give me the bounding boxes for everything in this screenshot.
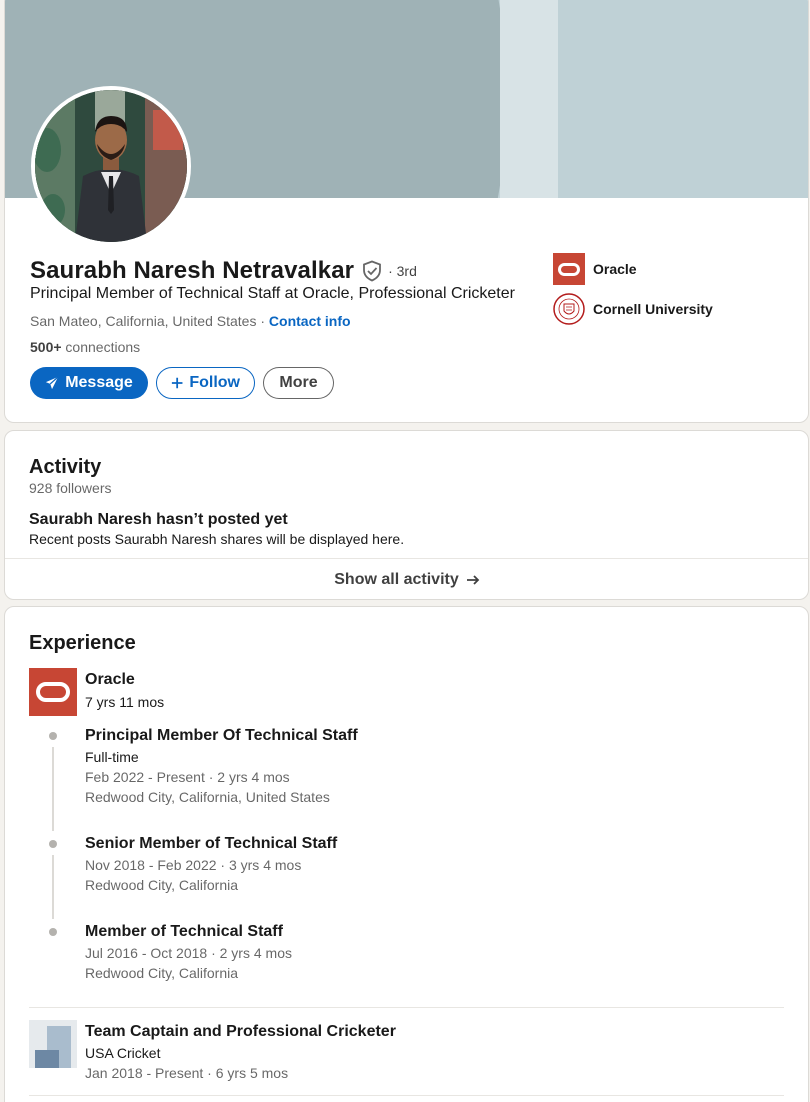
profile-name: Saurabh Naresh Netravalkar xyxy=(30,257,355,284)
timeline-line xyxy=(52,855,54,919)
role-title: Senior Member of Technical Staff xyxy=(85,835,338,852)
role-dates: Jan 2018 - Present · 6 yrs 5 mos xyxy=(85,1065,289,1081)
role-org[interactable]: USA Cricket xyxy=(85,1043,396,1063)
side-link-oracle[interactable]: Oracle xyxy=(553,253,713,285)
show-all-label: Show all activity xyxy=(334,570,459,588)
role-title: Principal Member Of Technical Staff xyxy=(85,727,358,744)
arrow-right-icon xyxy=(466,574,480,585)
contact-info-link[interactable]: Contact info xyxy=(269,313,351,329)
connections-label: connections xyxy=(61,339,141,355)
role-dates: Nov 2018 - Feb 2022 · 3 yrs 4 mos xyxy=(85,857,302,873)
experience-title: Experience xyxy=(29,632,136,654)
profile-top-card: Saurabh Naresh Netravalkar · 3rd Princip… xyxy=(4,0,809,423)
experience-card: Experience Oracle 7 yrs 11 mos Principal… xyxy=(4,606,809,1102)
location-separator: · xyxy=(256,313,269,329)
profile-avatar[interactable] xyxy=(31,86,191,246)
side-link-label: Cornell University xyxy=(593,301,713,317)
usa-cricket-logo-icon[interactable] xyxy=(29,1020,77,1068)
follow-button[interactable]: Follow xyxy=(156,367,255,399)
experience-divider xyxy=(29,1007,784,1008)
timeline-dot xyxy=(49,840,57,848)
verified-shield-icon[interactable] xyxy=(362,260,382,282)
role-item: Senior Member of Technical Staff Nov 201… xyxy=(85,833,337,895)
activity-card: Activity 928 followers Saurabh Naresh ha… xyxy=(4,430,809,600)
more-label: More xyxy=(279,374,318,391)
role-location: Redwood City, California, United States xyxy=(85,789,330,805)
role-type: Full-time xyxy=(85,749,139,765)
role-item: Team Captain and Professional Cricketer … xyxy=(85,1021,396,1083)
profile-location: San Mateo, California, United States xyxy=(30,313,257,329)
role-location: Redwood City, California xyxy=(85,965,239,981)
role-title: Team Captain and Professional Cricketer xyxy=(85,1023,396,1040)
side-link-cornell[interactable]: Cornell University xyxy=(553,293,713,325)
role-dates: Feb 2022 - Present · 2 yrs 4 mos xyxy=(85,769,290,785)
activity-title: Activity xyxy=(29,456,102,478)
profile-side-links: Oracle Cornell University xyxy=(553,253,713,333)
role-location: Redwood City, California xyxy=(85,877,239,893)
profile-headline: Principal Member of Technical Staff at O… xyxy=(30,285,515,302)
profile-name-row: Saurabh Naresh Netravalkar · 3rd xyxy=(30,257,417,285)
profile-actions: Message Follow More xyxy=(30,367,334,399)
role-title: Member of Technical Staff xyxy=(85,923,283,940)
connections-count[interactable]: 500+ connections xyxy=(30,339,140,355)
followers-count: 928 followers xyxy=(29,480,112,496)
side-link-label: Oracle xyxy=(593,261,637,277)
activity-empty-title: Saurabh Naresh hasn’t posted yet xyxy=(29,511,288,528)
message-button[interactable]: Message xyxy=(30,367,148,399)
follow-label: Follow xyxy=(189,374,240,391)
more-button[interactable]: More xyxy=(263,367,334,399)
location-row: San Mateo, California, United States · C… xyxy=(30,313,351,329)
oracle-logo-icon[interactable] xyxy=(29,668,77,716)
activity-empty-desc: Recent posts Saurabh Naresh shares will … xyxy=(29,531,405,547)
experience-divider xyxy=(29,1095,784,1096)
show-all-activity-button[interactable]: Show all activity xyxy=(5,558,808,599)
experience-company-duration: 7 yrs 11 mos xyxy=(85,694,165,710)
oracle-logo-icon xyxy=(553,253,585,285)
connections-number: 500+ xyxy=(30,339,62,355)
timeline-dot xyxy=(49,732,57,740)
role-dates: Jul 2016 - Oct 2018 · 2 yrs 4 mos xyxy=(85,945,292,961)
role-item: Member of Technical Staff Jul 2016 - Oct… xyxy=(85,921,292,983)
role-item: Principal Member Of Technical Staff Full… xyxy=(85,725,358,807)
send-icon xyxy=(46,376,59,390)
connection-degree: · 3rd xyxy=(388,263,417,279)
experience-company[interactable]: Oracle xyxy=(85,671,135,689)
plus-icon xyxy=(171,377,183,389)
message-label: Message xyxy=(65,374,133,391)
timeline-line xyxy=(52,747,54,831)
timeline-dot xyxy=(49,928,57,936)
cornell-seal-icon xyxy=(553,293,585,325)
